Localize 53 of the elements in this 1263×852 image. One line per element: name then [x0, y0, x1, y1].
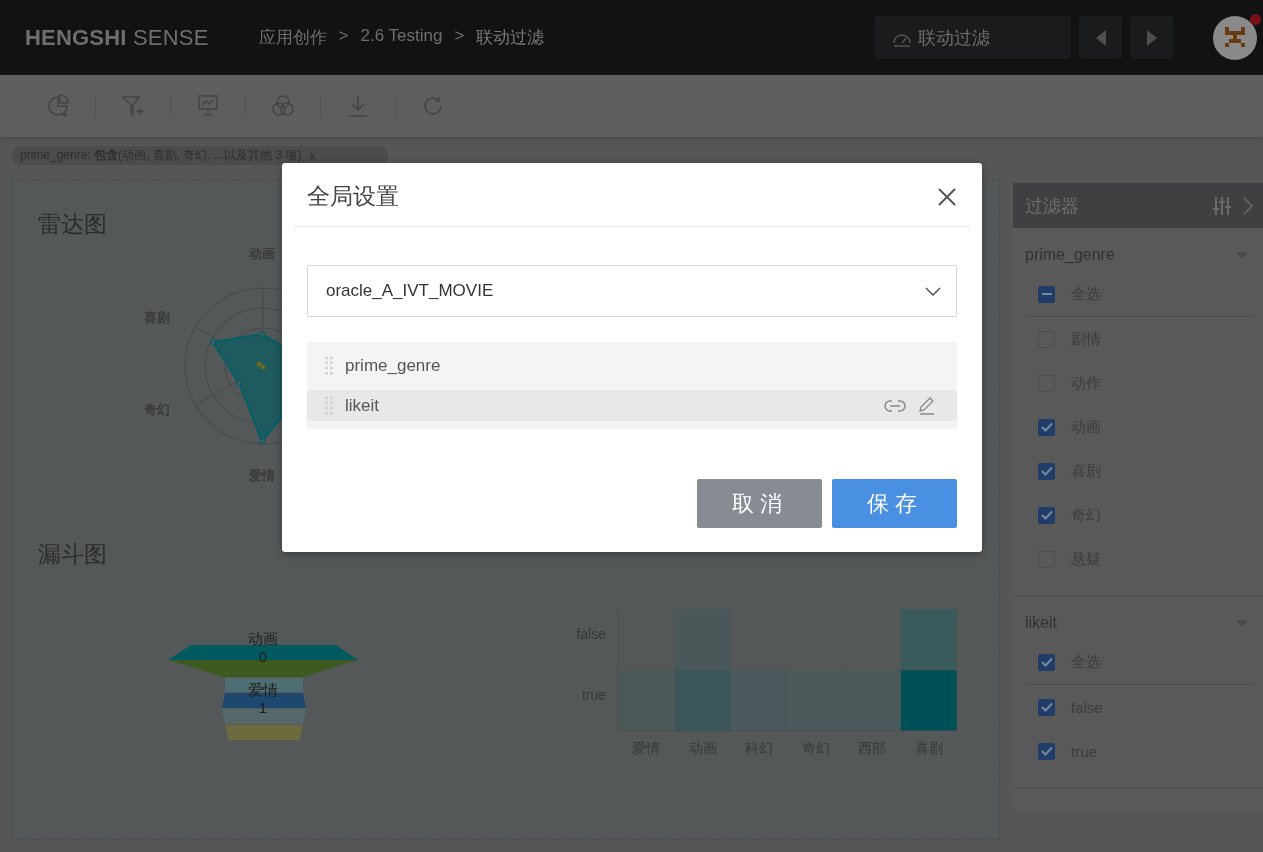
breadcrumb-item[interactable]: 应用创作 [258, 26, 327, 49]
checkmark-icon [1040, 657, 1053, 667]
download-icon[interactable] [346, 94, 370, 118]
dialog-title: 全局设置 [307, 182, 399, 211]
add-filter-icon[interactable] [121, 94, 145, 118]
funnel-label: 爱情 [248, 681, 278, 698]
breadcrumb-item: 联动过滤 [476, 27, 545, 49]
dataset-select[interactable]: oracle_A_IVT_MOVIE [307, 265, 957, 317]
checkmark-icon [1040, 702, 1053, 712]
drag-handle-icon[interactable] [325, 356, 333, 376]
minus-icon [1041, 293, 1052, 295]
next-button[interactable] [1130, 16, 1173, 59]
option-checkbox[interactable] [1038, 418, 1055, 436]
chevron-right-icon[interactable] [1243, 196, 1253, 215]
select-all-checkbox[interactable] [1038, 285, 1055, 303]
refresh-icon[interactable] [421, 94, 445, 118]
breadcrumb-separator: > [454, 26, 465, 47]
checkmark-icon [1040, 510, 1053, 520]
checkmark-icon [1040, 422, 1053, 432]
drag-handle-icon[interactable] [325, 395, 333, 416]
field-row[interactable]: likeit [307, 390, 957, 421]
select-all-checkbox[interactable] [1038, 653, 1055, 671]
heatmap-cell [900, 608, 958, 671]
field-row[interactable]: prime_genre [307, 342, 957, 390]
option-checkbox[interactable] [1038, 698, 1055, 716]
funnel-label: 动画 [248, 630, 278, 647]
chevron-down-icon [925, 286, 941, 296]
link-icon[interactable] [883, 398, 907, 413]
close-icon[interactable] [938, 187, 956, 206]
field-name: prime_genre [345, 356, 441, 376]
funnel-value: 1 [258, 699, 268, 716]
add-chart-icon[interactable] [46, 94, 70, 118]
presentation-icon[interactable] [196, 94, 220, 118]
checkmark-icon [1040, 746, 1053, 756]
breadcrumb-item[interactable]: 2.6 Testing [360, 26, 443, 49]
radar-point [235, 379, 243, 387]
caret-right-icon [1145, 28, 1158, 47]
option-checkbox[interactable] [1038, 462, 1055, 480]
caret-left-icon [1094, 28, 1107, 47]
sliders-icon[interactable] [1213, 195, 1231, 216]
option-checkbox[interactable] [1038, 506, 1055, 524]
dashboard-button[interactable]: 联动过滤 [875, 16, 1071, 59]
pencil-icon[interactable] [919, 396, 935, 415]
circles-icon[interactable] [271, 94, 295, 118]
cancel-button[interactable]: 取消 [697, 479, 822, 528]
logo: HENGSHI SENSE [25, 24, 209, 51]
option-checkbox[interactable] [1038, 742, 1055, 760]
checkmark-icon [1040, 466, 1053, 476]
save-button[interactable]: 保存 [832, 479, 957, 528]
heatmap-cell [674, 608, 732, 671]
previous-button[interactable] [1079, 16, 1122, 59]
field-name: likeit [345, 395, 379, 416]
breadcrumb-separator: > [338, 26, 349, 47]
